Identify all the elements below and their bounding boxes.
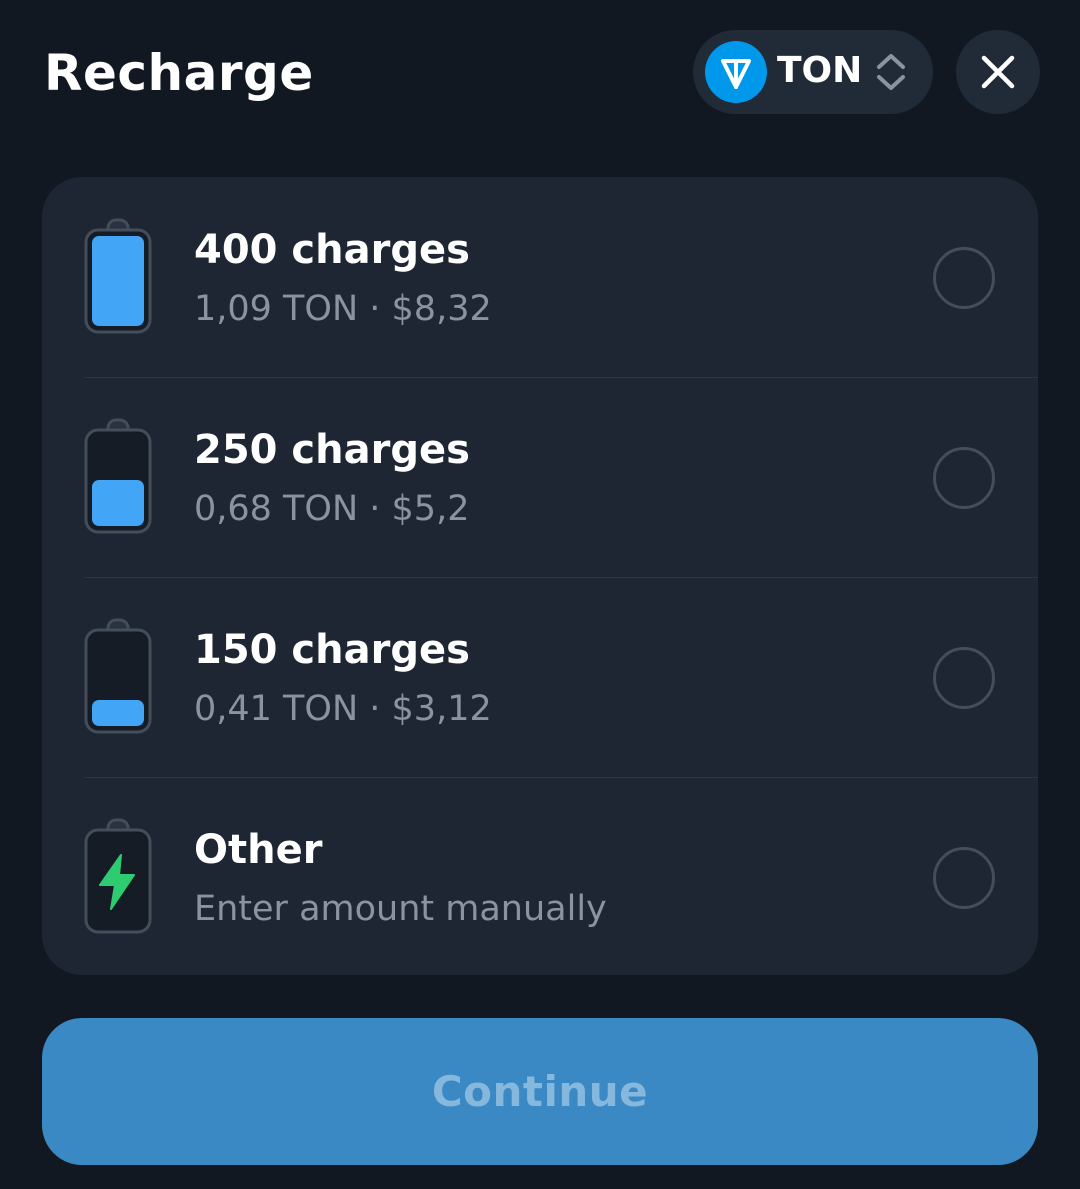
option-other[interactable]: Other Enter amount manually [42,777,1038,975]
option-title: 400 charges [194,227,470,273]
recharge-screen: Recharge TON 400 charges 1,09 TON · $8,3… [0,0,1080,1189]
battery-low-icon [84,618,152,734]
ton-logo-icon [705,41,767,103]
battery-charging-icon [84,818,152,934]
option-title: Other [194,827,323,873]
option-price: 1,09 TON · $8,32 [194,289,492,329]
currency-label: TON [777,50,863,91]
close-icon [981,55,1015,89]
close-button[interactable] [956,30,1040,114]
option-title: 250 charges [194,427,470,473]
option-radio[interactable] [933,847,995,909]
option-radio[interactable] [933,447,995,509]
option-subtitle: Enter amount manually [194,889,607,929]
header: Recharge TON [44,30,1040,114]
option-radio[interactable] [933,647,995,709]
battery-half-icon [84,418,152,534]
recharge-options-list: 400 charges 1,09 TON · $8,32 250 charges… [42,177,1038,975]
option-price: 0,41 TON · $3,12 [194,689,492,729]
option-radio[interactable] [933,247,995,309]
option-250-charges[interactable]: 250 charges 0,68 TON · $5,2 [42,377,1038,577]
currency-selector[interactable]: TON [693,30,933,114]
option-400-charges[interactable]: 400 charges 1,09 TON · $8,32 [42,177,1038,377]
chevron-up-down-icon [877,54,905,90]
option-price: 0,68 TON · $5,2 [194,489,470,529]
option-title: 150 charges [194,627,470,673]
page-title: Recharge [44,44,314,102]
continue-label: Continue [431,1067,649,1116]
continue-button[interactable]: Continue [42,1018,1038,1165]
battery-full-icon [84,218,152,334]
option-150-charges[interactable]: 150 charges 0,41 TON · $3,12 [42,577,1038,777]
